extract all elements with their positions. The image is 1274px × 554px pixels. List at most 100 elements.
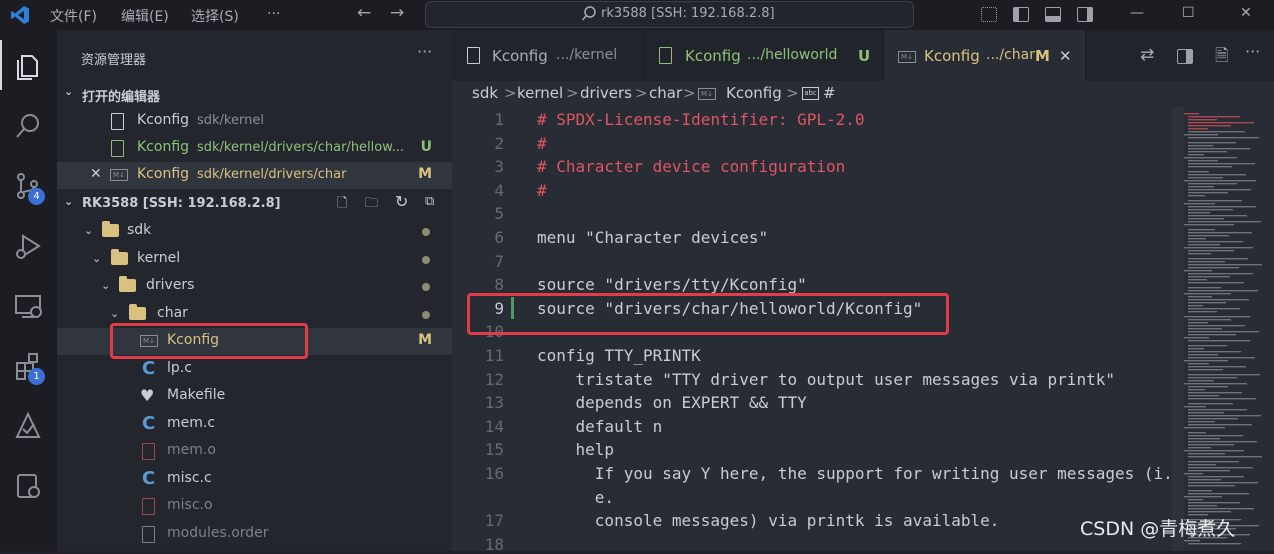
- minimize-icon[interactable]: —: [1130, 5, 1144, 21]
- minimap-line: [1188, 189, 1251, 191]
- tree-file-misc-o[interactable]: misc.o: [57, 493, 452, 520]
- tab-kconfig-char-active[interactable]: M↓ Kconfig .../char M ✕: [884, 30, 1086, 81]
- close-tab-icon[interactable]: ✕: [1059, 47, 1072, 65]
- minimap-line: [1188, 215, 1247, 217]
- split-editor-icon[interactable]: [1177, 49, 1193, 64]
- breadcrumb-item[interactable]: Kconfig: [726, 84, 782, 102]
- minimap-line: [1188, 348, 1204, 350]
- preview-icon[interactable]: 🗎: [1215, 43, 1229, 72]
- minimap-line: [1188, 154, 1204, 156]
- tree-folder-drivers[interactable]: ⌄ drivers: [57, 273, 452, 300]
- code-line: menu "Character devices": [537, 228, 769, 247]
- toggle-panel-icon[interactable]: [1045, 7, 1061, 22]
- new-folder-icon[interactable]: 🗀: [365, 194, 378, 216]
- minimap-line: [1188, 267, 1239, 269]
- testing-icon[interactable]: [12, 410, 44, 442]
- command-center-search[interactable]: rk3588 [SSH: 192.168.2.8]: [425, 1, 914, 28]
- minimap-line: [1188, 200, 1242, 202]
- minimap-line: [1184, 224, 1234, 226]
- new-file-icon[interactable]: 🗋: [337, 194, 347, 216]
- line-number: 11: [484, 346, 504, 365]
- minimap-line: [1188, 319, 1231, 321]
- minimap-line: [1188, 435, 1243, 437]
- file-icon: [467, 47, 480, 64]
- minimap-line: [1188, 131, 1245, 133]
- tab-kconfig-helloworld[interactable]: Kconfig .../helloworld U: [644, 30, 884, 81]
- editor-area: Kconfig .../kernel Kconfig .../helloworl…: [452, 30, 1274, 554]
- search-icon[interactable]: [12, 110, 44, 142]
- minimap-line: [1188, 403, 1233, 405]
- remote-explorer-icon[interactable]: [12, 290, 44, 322]
- code-line: console messages) via printk is availabl…: [537, 511, 1000, 531]
- menu-selection[interactable]: 选择(S): [191, 6, 239, 26]
- open-editors-header[interactable]: ⌄ 打开的编辑器: [57, 81, 452, 108]
- minimap-line: [1184, 180, 1256, 182]
- tree-file-mem-c[interactable]: C mem.c: [57, 411, 452, 438]
- minimap-line: [1184, 337, 1209, 339]
- collapse-all-icon[interactable]: ⧉: [425, 194, 434, 209]
- breadcrumb-item[interactable]: drivers: [580, 84, 632, 102]
- minimap-line: [1188, 261, 1225, 263]
- customize-layout-icon[interactable]: [981, 7, 997, 22]
- tree-file-misc-c[interactable]: C misc.c: [57, 466, 452, 493]
- workspace-header[interactable]: ⌄ RK3588 [SSH: 192.168.2.8] 🗋 🗀 ↻ ⧉: [57, 191, 452, 218]
- tab-bar: Kconfig .../kernel Kconfig .../helloworl…: [452, 30, 1274, 81]
- open-changes-icon[interactable]: ⇄: [1140, 45, 1154, 65]
- explorer-title: 资源管理器: [81, 53, 147, 68]
- minimap-slider[interactable]: [1172, 107, 1184, 551]
- open-editor-path: sdk/kernel/drivers/char/hellow...: [197, 140, 405, 155]
- minimap-line: [1188, 499, 1203, 501]
- minimap[interactable]: [1172, 107, 1267, 551]
- tab-label: Kconfig: [924, 47, 980, 65]
- menu-edit[interactable]: 编辑(E): [121, 6, 169, 26]
- refresh-icon[interactable]: ↻: [395, 192, 408, 211]
- open-editor-item-active[interactable]: ✕ M↓ Kconfig sdk/kernel/drivers/char M: [57, 162, 452, 189]
- toggle-secondary-sidebar-icon[interactable]: [1077, 7, 1093, 22]
- close-editor-icon[interactable]: ✕: [90, 166, 102, 182]
- minimap-line: [1188, 151, 1227, 153]
- breadcrumb-item[interactable]: sdk: [472, 84, 498, 102]
- minimap-line: [1188, 409, 1247, 411]
- minimap-line: [1184, 203, 1215, 205]
- breadcrumb-item[interactable]: #: [823, 84, 836, 102]
- explorer-icon[interactable]: [12, 50, 44, 82]
- menu-file[interactable]: 文件(F): [50, 6, 97, 26]
- tab-kconfig-kernel[interactable]: Kconfig .../kernel: [452, 30, 644, 81]
- breadcrumb-item[interactable]: char: [649, 84, 682, 102]
- open-editor-item[interactable]: Kconfig sdk/kernel/drivers/char/hellow..…: [57, 135, 452, 162]
- breadcrumb-item[interactable]: kernel: [517, 84, 563, 102]
- close-window-icon[interactable]: ✕: [1240, 5, 1252, 21]
- minimap-line: [1188, 357, 1255, 359]
- workspace-label: RK3588 [SSH: 192.168.2.8]: [82, 196, 281, 211]
- tab-label: Kconfig: [492, 47, 548, 65]
- editor-more-actions-icon[interactable]: ···: [1245, 42, 1260, 61]
- minimap-line: [1184, 113, 1199, 115]
- back-arrow-icon[interactable]: ←: [357, 3, 371, 23]
- tree-file-mem-o[interactable]: mem.o: [57, 438, 452, 465]
- minimap-line: [1188, 241, 1243, 243]
- file-icon: [142, 526, 155, 543]
- minimap-line: [1188, 374, 1260, 376]
- minimap-line: [1188, 453, 1225, 455]
- minimap-line: [1188, 331, 1259, 333]
- line-number: 14: [484, 416, 504, 436]
- more-actions-icon[interactable]: ···: [417, 42, 432, 61]
- minimap-line: [1188, 145, 1213, 147]
- tree-file-modules-order[interactable]: modules.order: [57, 521, 452, 548]
- toggle-sidebar-icon[interactable]: [1013, 7, 1029, 22]
- folder-open-icon: [119, 276, 136, 292]
- minimap-line: [1188, 229, 1215, 231]
- minimap-line: [1188, 221, 1261, 223]
- breadcrumb: sdk > kernel > drivers > char > M↓ Kconf…: [452, 81, 1274, 107]
- open-editor-item[interactable]: Kconfig sdk/kernel: [57, 108, 452, 135]
- maximize-icon[interactable]: ☐: [1182, 5, 1195, 21]
- minimap-line: [1188, 325, 1245, 327]
- tree-folder-kernel[interactable]: ⌄ kernel: [57, 246, 452, 273]
- run-debug-icon[interactable]: [12, 230, 44, 262]
- forward-arrow-icon[interactable]: →: [390, 3, 404, 23]
- cmake-icon[interactable]: [12, 470, 44, 502]
- tree-file-lp-c[interactable]: C lp.c: [57, 356, 452, 383]
- menu-more[interactable]: ···: [267, 6, 280, 22]
- tree-file-makefile[interactable]: ♥ Makefile: [57, 383, 452, 410]
- tree-folder-sdk[interactable]: ⌄ sdk: [57, 218, 452, 245]
